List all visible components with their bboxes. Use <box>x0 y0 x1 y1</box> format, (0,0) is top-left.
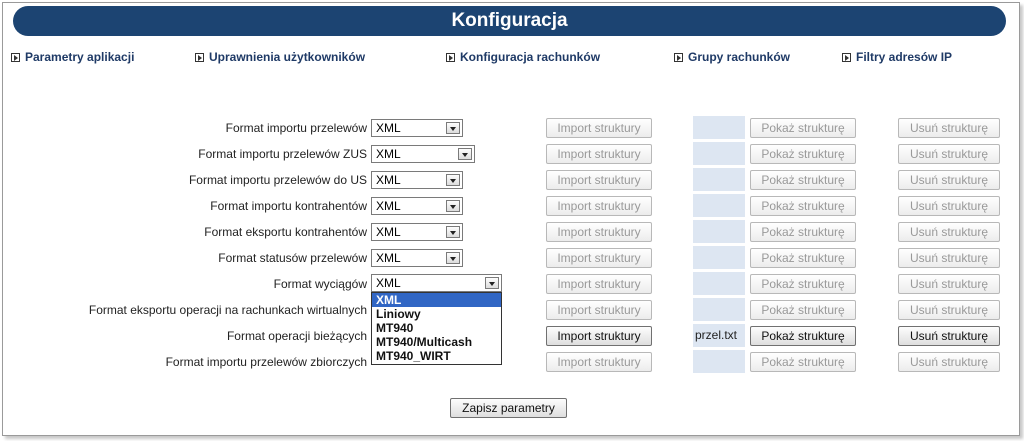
import-structure-button[interactable]: Import struktury <box>546 248 652 268</box>
arrow-bullet-icon <box>11 52 20 62</box>
nav-link-label: Grupy rachunków <box>688 50 791 64</box>
show-structure-button[interactable]: Pokaż strukturę <box>750 222 856 242</box>
select-value: XML <box>376 121 401 135</box>
chevron-down-icon[interactable] <box>446 200 460 212</box>
show-structure-button[interactable]: Pokaż strukturę <box>750 352 856 372</box>
dropdown-option[interactable]: MT940_WIRT <box>372 349 501 363</box>
nav-link-ip-filters[interactable]: Filtry adresów IP <box>842 50 952 64</box>
delete-structure-button[interactable]: Usuń strukturę <box>898 222 1000 242</box>
nav-link-label: Filtry adresów IP <box>856 50 953 64</box>
format-select[interactable]: XML <box>371 249 463 267</box>
row-label: Format importu przelewów do US <box>188 173 367 187</box>
format-dropdown-list: XML Liniowy MT940 MT940/Multicash MT940_… <box>371 292 502 365</box>
import-structure-button[interactable]: Import struktury <box>546 352 652 372</box>
show-structure-button[interactable]: Pokaż strukturę <box>750 274 856 294</box>
file-name: przel.txt <box>693 324 745 347</box>
select-value: XML <box>376 199 401 213</box>
file-name <box>693 220 745 243</box>
file-name <box>693 272 745 295</box>
delete-structure-button[interactable]: Usuń strukturę <box>898 300 1000 320</box>
import-structure-button[interactable]: Import struktury <box>546 196 652 216</box>
delete-structure-button[interactable]: Usuń strukturę <box>898 170 1000 190</box>
nav-link-app-params[interactable]: Parametry aplikacji <box>11 50 134 64</box>
nav-link-account-config[interactable]: Konfiguracja rachunków <box>446 50 600 64</box>
nav-link-user-permissions[interactable]: Uprawnienia użytkowników <box>195 50 365 64</box>
select-value: XML <box>376 147 401 161</box>
row-label: Format importu przelewów ZUS <box>198 147 367 161</box>
show-structure-button[interactable]: Pokaż strukturę <box>750 144 856 164</box>
select-value: XML <box>376 276 401 290</box>
row-label: Format eksportu kontrahentów <box>204 225 367 239</box>
show-structure-button[interactable]: Pokaż strukturę <box>750 196 856 216</box>
config-panel: Konfiguracja <box>2 2 1020 436</box>
row-label: Format importu kontrahentów <box>210 199 367 213</box>
file-name <box>693 298 745 321</box>
import-structure-button[interactable]: Import struktury <box>546 274 652 294</box>
show-structure-button[interactable]: Pokaż strukturę <box>750 248 856 268</box>
show-structure-button[interactable]: Pokaż strukturę <box>750 326 856 346</box>
row-label: Format importu przelewów zbiorczych <box>165 355 367 369</box>
import-structure-button[interactable]: Import struktury <box>546 118 652 138</box>
show-structure-button[interactable]: Pokaż strukturę <box>750 300 856 320</box>
row-label: Format wyciągów <box>273 277 367 291</box>
nav-link-account-groups[interactable]: Grupy rachunków <box>674 50 790 64</box>
page-title: Konfiguracja <box>13 6 1006 36</box>
file-name <box>693 116 745 139</box>
delete-structure-button[interactable]: Usuń strukturę <box>898 144 1000 164</box>
dropdown-option[interactable]: XML <box>372 293 501 307</box>
format-select[interactable]: XML <box>371 197 463 215</box>
show-structure-button[interactable]: Pokaż strukturę <box>750 170 856 190</box>
file-name <box>693 194 745 217</box>
arrow-bullet-icon <box>674 52 683 62</box>
chevron-down-icon[interactable] <box>485 277 499 289</box>
show-structure-button[interactable]: Pokaż strukturę <box>750 118 856 138</box>
nav-link-label: Konfiguracja rachunków <box>460 50 601 64</box>
select-value: XML <box>376 251 401 265</box>
select-value: XML <box>376 225 401 239</box>
row-label: Format eksportu operacji na rachunkach w… <box>88 303 367 317</box>
delete-structure-button[interactable]: Usuń strukturę <box>898 196 1000 216</box>
chevron-down-icon[interactable] <box>458 148 472 160</box>
file-name <box>693 246 745 269</box>
nav-link-label: Parametry aplikacji <box>25 50 135 64</box>
file-name <box>693 168 745 191</box>
chevron-down-icon[interactable] <box>446 122 460 134</box>
dropdown-option[interactable]: MT940 <box>372 321 501 335</box>
file-name <box>693 350 745 373</box>
save-parameters-button[interactable]: Zapisz parametry <box>450 398 567 418</box>
delete-structure-button[interactable]: Usuń strukturę <box>898 118 1000 138</box>
format-select-open[interactable]: XML <box>371 274 502 292</box>
arrow-bullet-icon <box>446 52 455 62</box>
row-label: Format importu przelewów <box>225 121 367 135</box>
dropdown-option[interactable]: MT940/Multicash <box>372 335 501 349</box>
dropdown-option[interactable]: Liniowy <box>372 307 501 321</box>
format-select[interactable]: XML <box>371 223 463 241</box>
delete-structure-button[interactable]: Usuń strukturę <box>898 248 1000 268</box>
import-structure-button[interactable]: Import struktury <box>546 300 652 320</box>
arrow-bullet-icon <box>842 52 851 62</box>
delete-structure-button[interactable]: Usuń strukturę <box>898 326 1000 346</box>
delete-structure-button[interactable]: Usuń strukturę <box>898 352 1000 372</box>
format-select[interactable]: XML <box>371 119 463 137</box>
chevron-down-icon[interactable] <box>446 174 460 186</box>
delete-structure-button[interactable]: Usuń strukturę <box>898 274 1000 294</box>
import-structure-button[interactable]: Import struktury <box>546 326 652 346</box>
import-structure-button[interactable]: Import struktury <box>546 222 652 242</box>
format-select[interactable]: XML <box>371 171 463 189</box>
format-select[interactable]: XML <box>371 145 475 163</box>
nav-link-label: Uprawnienia użytkowników <box>209 50 366 64</box>
import-structure-button[interactable]: Import struktury <box>546 170 652 190</box>
import-structure-button[interactable]: Import struktury <box>546 144 652 164</box>
row-label: Format statusów przelewów <box>218 251 367 265</box>
chevron-down-icon[interactable] <box>446 226 460 238</box>
row-label: Format operacji bieżących <box>226 329 367 343</box>
file-name <box>693 142 745 165</box>
chevron-down-icon[interactable] <box>446 252 460 264</box>
arrow-bullet-icon <box>195 52 204 62</box>
select-value: XML <box>376 173 401 187</box>
